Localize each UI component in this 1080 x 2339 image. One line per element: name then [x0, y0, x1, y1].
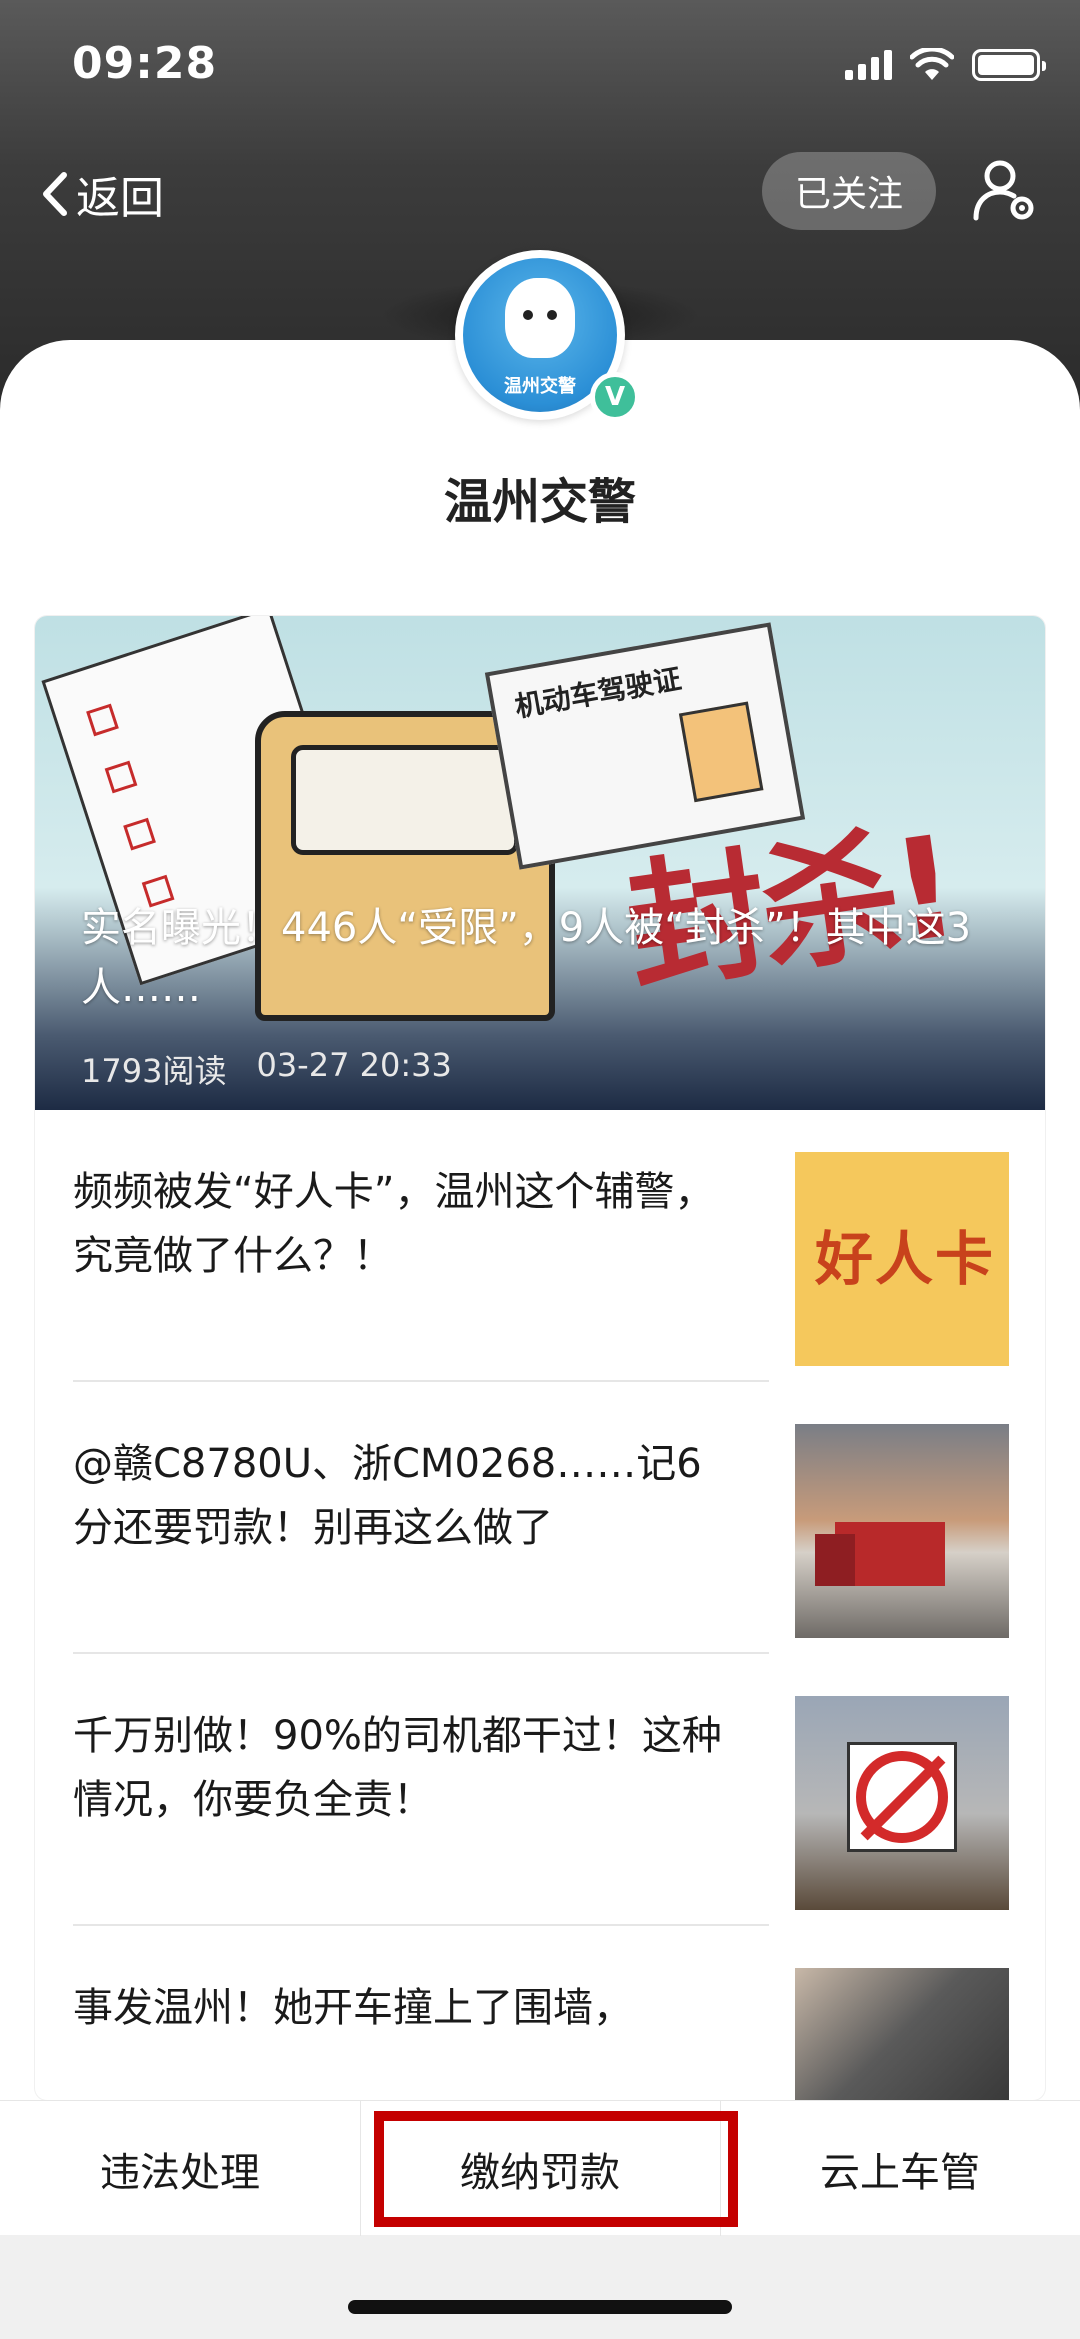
list-item[interactable]: @赣C8780U、浙CM0268……记6分还要罚款！别再这么做了 — [35, 1382, 1045, 1654]
read-count: 1793阅读 — [81, 1052, 227, 1090]
home-indicator[interactable] — [348, 2300, 732, 2314]
featured-article-meta: 1793阅读 03-27 20:33 — [81, 1046, 452, 1092]
license-title: 机动车驾驶证 — [512, 662, 684, 724]
chevron-left-icon — [43, 172, 67, 216]
thumbnail-text: 好人卡 — [815, 1225, 996, 1293]
follow-button[interactable]: 已关注 — [762, 152, 936, 230]
article-thumbnail — [795, 1968, 1009, 2100]
user-settings-icon[interactable] — [970, 154, 1040, 224]
article-thumbnail — [795, 1696, 1009, 1910]
highlight-box — [374, 2111, 738, 2227]
article-list: 机动车驾驶证 封杀! 实名曝光！446人“受限”，9人被“封杀”！其中这3人……… — [35, 616, 1045, 2100]
article-title: 千万别做！90%的司机都干过！这种情况，你要负全责！ — [73, 1713, 722, 1823]
publish-date: 03-27 20:33 — [256, 1046, 452, 1084]
list-item[interactable]: 事发温州！她开车撞上了围墙， — [35, 1926, 1045, 2100]
battery-icon — [972, 49, 1046, 81]
tab-violation-handling[interactable]: 违法处理 — [0, 2101, 360, 2236]
wifi-icon — [910, 48, 954, 80]
list-item[interactable]: 千万别做！90%的司机都干过！这种情况，你要负全责！ — [35, 1654, 1045, 1926]
article-thumbnail: 好人卡 — [795, 1152, 1009, 1366]
back-button[interactable]: 返回 — [40, 162, 164, 226]
status-icons — [845, 48, 1046, 82]
article-title: 频频被发“好人卡”，温州这个辅警，究竟做了什么？！ — [73, 1169, 715, 1279]
signal-icon — [845, 50, 892, 80]
status-time: 09:28 — [72, 38, 218, 89]
featured-article-title: 实名曝光！446人“受限”，9人被“封杀”！其中这3人…… — [81, 905, 972, 1011]
account-name: 温州交警 — [443, 474, 636, 530]
tab-cloud-vehicle-management[interactable]: 云上车管 — [720, 2101, 1080, 2236]
verified-badge: V — [590, 372, 640, 422]
article-title: @赣C8780U、浙CM0268……记6分还要罚款！别再这么做了 — [73, 1441, 702, 1551]
sheep-mascot-icon — [505, 278, 575, 358]
status-bar: 09:28 — [0, 0, 1080, 130]
top-nav: 返回 已关注 — [0, 140, 1080, 250]
no-u-turn-sign-icon — [847, 1742, 957, 1852]
featured-article[interactable]: 机动车驾驶证 封杀! 实名曝光！446人“受限”，9人被“封杀”！其中这3人……… — [35, 616, 1045, 1110]
list-item[interactable]: 频频被发“好人卡”，温州这个辅警，究竟做了什么？！ 好人卡 — [35, 1110, 1045, 1382]
article-thumbnail — [795, 1424, 1009, 1638]
article-title: 事发温州！她开车撞上了围墙， — [73, 1985, 633, 2031]
back-label: 返回 — [76, 173, 164, 224]
